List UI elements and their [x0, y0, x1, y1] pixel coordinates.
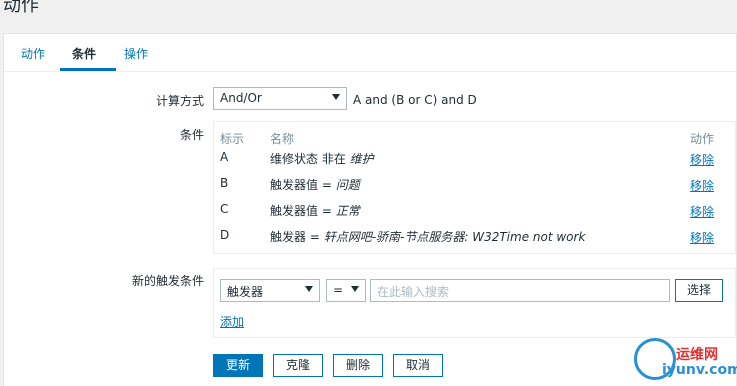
watermark-logo: 运维网 iyunv.com	[630, 338, 737, 386]
tab-conditions[interactable]: 条件	[72, 45, 96, 62]
page-title: 动作	[3, 0, 39, 16]
condition-tag: C	[220, 202, 229, 216]
conditions-label: 条件	[179, 128, 204, 142]
condition-type-select[interactable]: 触发器	[220, 279, 320, 302]
conditions-table: 标示 名称 动作 A 维修状态 非在 维护 移除 B 触发器值 = 问题 移除 …	[213, 121, 736, 254]
trigger-search-input[interactable]: 在此输入搜索	[370, 279, 670, 302]
condition-name: 触发器 = 轩点网吧-骄南-节点服务器: W32Time not work	[270, 230, 586, 244]
calc-method-label: 计算方式	[155, 94, 204, 108]
watermark-line2: iyunv.com	[662, 362, 737, 378]
condition-tag: D	[220, 228, 230, 242]
condition-type-value: 触发器	[227, 285, 264, 299]
cancel-button[interactable]: 取消	[393, 354, 443, 377]
tab-operations[interactable]: 操作	[124, 45, 148, 62]
tab-action[interactable]: 动作	[21, 45, 45, 62]
delete-button[interactable]: 删除	[333, 354, 383, 377]
chevron-down-icon	[351, 286, 359, 292]
condition-tag: A	[220, 150, 229, 164]
chevron-down-icon	[332, 94, 340, 100]
condition-name: 维修状态 非在 维护	[270, 152, 374, 166]
col-header-name: 名称	[270, 132, 295, 146]
new-condition-label: 新的触发条件	[131, 274, 204, 288]
remove-condition-link[interactable]: 移除	[690, 177, 714, 194]
select-button[interactable]: 选择	[675, 279, 723, 302]
chevron-down-icon	[305, 286, 313, 292]
remove-condition-link[interactable]: 移除	[690, 203, 714, 220]
col-header-action: 动作	[690, 132, 715, 146]
active-tab-indicator	[60, 68, 116, 71]
condition-name: 触发器值 = 正常	[270, 204, 360, 218]
update-button[interactable]: 更新	[213, 354, 263, 377]
calc-method-value: And/Or	[220, 91, 262, 105]
remove-condition-link[interactable]: 移除	[690, 151, 714, 168]
clone-button[interactable]: 克隆	[273, 354, 323, 377]
calc-expression: A and (B or C) and D	[353, 93, 477, 107]
remove-condition-link[interactable]: 移除	[690, 229, 714, 246]
add-condition-link[interactable]: 添加	[220, 313, 244, 330]
new-condition-box: 触发器 = 在此输入搜索 选择 添加	[213, 268, 736, 338]
watermark-line1: 运维网	[676, 347, 718, 363]
operator-select[interactable]: =	[326, 279, 366, 302]
condition-tag: B	[220, 176, 229, 190]
tab-bar: 动作 条件 操作	[4, 34, 736, 72]
condition-name: 触发器值 = 问题	[270, 178, 360, 192]
operator-value: =	[333, 283, 344, 297]
col-header-tag: 标示	[220, 132, 245, 146]
calc-method-select[interactable]: And/Or	[213, 87, 347, 110]
